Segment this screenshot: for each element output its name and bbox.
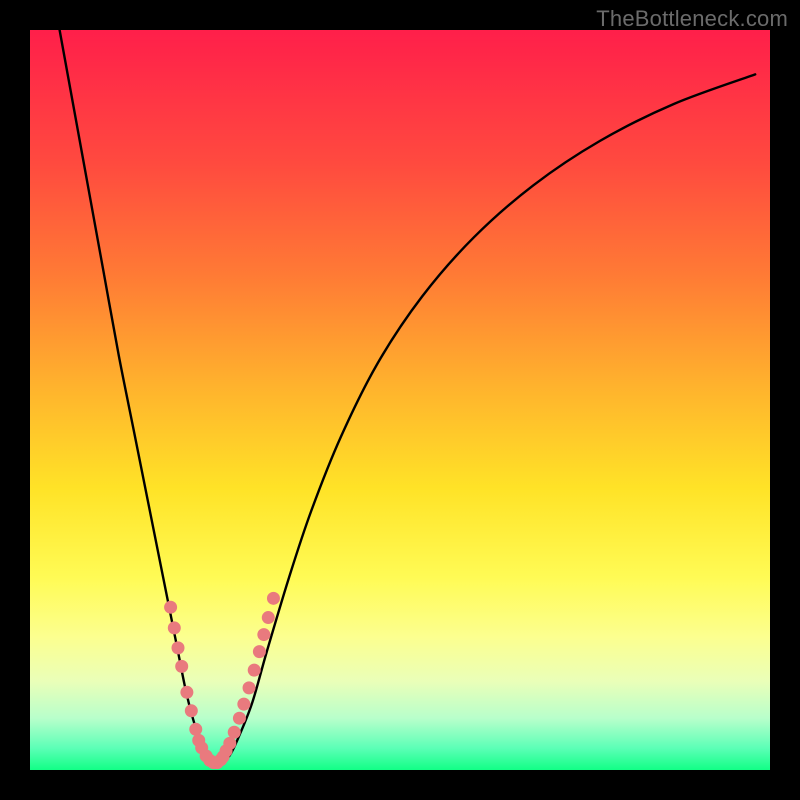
plot-area	[30, 30, 770, 770]
marker-dot	[262, 611, 275, 624]
marker-dot	[223, 737, 236, 750]
marker-dot	[243, 681, 256, 694]
marker-dot	[172, 641, 185, 654]
marker-dot	[267, 592, 280, 605]
marker-dot	[168, 621, 181, 634]
marker-dot	[237, 698, 250, 711]
marker-dot	[257, 628, 270, 641]
marker-dot	[253, 645, 266, 658]
marker-dot	[189, 723, 202, 736]
marker-dot	[248, 664, 261, 677]
watermark-text: TheBottleneck.com	[596, 6, 788, 32]
marker-dot	[180, 686, 193, 699]
marker-dot	[185, 704, 198, 717]
marker-dot	[233, 712, 246, 725]
marker-dot	[175, 660, 188, 673]
marker-dot	[228, 726, 241, 739]
chart-svg	[30, 30, 770, 770]
marker-dot	[164, 601, 177, 614]
bottleneck-curve	[60, 30, 756, 764]
marker-dots	[164, 592, 280, 769]
